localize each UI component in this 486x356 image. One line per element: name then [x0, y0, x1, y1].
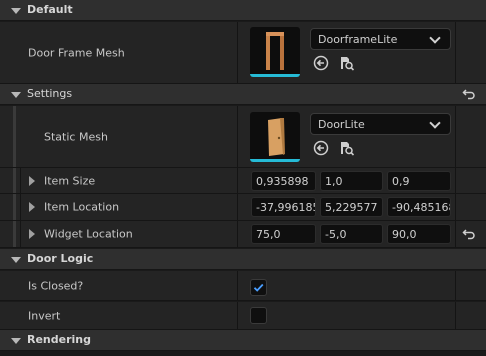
- item-size-y-field[interactable]: 1,0: [320, 171, 383, 191]
- collapse-arrow-icon[interactable]: [11, 8, 21, 14]
- field-value: 5,229577: [325, 201, 378, 214]
- browse-back-arrow-icon[interactable]: [313, 140, 329, 156]
- invert-checkbox[interactable]: [250, 307, 267, 324]
- category-default[interactable]: Default: [0, 0, 486, 21]
- chevron-down-icon: [429, 117, 441, 129]
- category-title: Settings: [27, 87, 73, 100]
- category-title: Default: [27, 3, 73, 16]
- collapse-arrow-icon[interactable]: [11, 338, 21, 344]
- checkmark-icon: [253, 283, 264, 292]
- group-indent: [13, 221, 16, 247]
- property-label: Invert: [28, 309, 61, 322]
- column-divider: [237, 271, 238, 300]
- category-title: Door Logic: [27, 252, 94, 265]
- widget-location-z-field[interactable]: 90,0: [387, 224, 451, 244]
- expand-arrow-icon[interactable]: [29, 202, 35, 212]
- property-row-static-mesh: Static Mesh DoorLite: [0, 106, 486, 168]
- widget-location-x-field[interactable]: 75,0: [251, 224, 316, 244]
- column-divider: [237, 221, 238, 247]
- item-location-x-field[interactable]: -37,996185: [251, 197, 316, 217]
- column-divider: [237, 302, 238, 329]
- reset-column-divider: [455, 106, 456, 167]
- property-label: Item Size: [44, 174, 96, 187]
- collapse-arrow-icon[interactable]: [11, 92, 21, 98]
- reset-column-divider: [455, 221, 456, 247]
- group-indent: [13, 194, 16, 220]
- expand-arrow-icon[interactable]: [29, 229, 35, 239]
- property-row-item-location: Item Location -37,996185 5,229577 -90,48…: [0, 194, 486, 221]
- asset-thumbnail-door[interactable]: [250, 112, 300, 162]
- expand-arrow-icon[interactable]: [29, 175, 35, 186]
- find-in-browser-icon[interactable]: [339, 55, 355, 71]
- category-settings[interactable]: Settings: [0, 84, 486, 105]
- asset-type-bar: [250, 74, 300, 77]
- asset-name: DoorframeLite: [318, 33, 398, 46]
- column-divider: [237, 22, 238, 83]
- field-value: 0,9: [392, 175, 410, 188]
- property-name-cell: Door Frame Mesh: [0, 22, 237, 83]
- item-location-z-field[interactable]: -90,485168: [387, 197, 451, 217]
- field-value: 90,0: [392, 228, 417, 241]
- property-label: Door Frame Mesh: [28, 46, 125, 59]
- reset-column-divider: [455, 302, 456, 329]
- property-row-is-closed: Is Closed?: [0, 271, 486, 301]
- doorframe-preview-icon: [266, 32, 284, 70]
- asset-picker-combo[interactable]: DoorframeLite: [310, 28, 451, 50]
- column-divider: [237, 106, 238, 167]
- item-size-x-field[interactable]: 0,935898: [251, 171, 316, 191]
- group-indent: [13, 168, 16, 193]
- asset-thumbnail-doorframe[interactable]: [250, 27, 300, 77]
- reset-to-default-icon[interactable]: [462, 87, 476, 101]
- details-panel: Default Door Frame Mesh DoorframeLite Se…: [0, 0, 486, 356]
- category-rendering[interactable]: Rendering: [0, 330, 486, 351]
- property-label: Static Mesh: [44, 130, 108, 143]
- reset-column-divider: [455, 271, 456, 300]
- column-divider: [237, 194, 238, 220]
- collapse-arrow-icon[interactable]: [11, 257, 21, 263]
- group-indent-divider: [20, 168, 21, 193]
- asset-name: DoorLite: [318, 118, 365, 131]
- field-value: -37,996185: [256, 201, 316, 214]
- item-size-z-field[interactable]: 0,9: [387, 171, 451, 191]
- property-label: Is Closed?: [28, 279, 84, 292]
- group-indent-divider: [20, 221, 21, 247]
- reset-to-default-icon[interactable]: [462, 227, 476, 241]
- property-name-cell: Static Mesh: [0, 106, 237, 167]
- field-value: 0,935898: [256, 175, 309, 188]
- property-row-item-size: Item Size 0,935898 1,0 0,9: [0, 168, 486, 194]
- column-divider: [237, 168, 238, 193]
- property-label: Widget Location: [44, 227, 133, 241]
- field-value: 1,0: [325, 175, 343, 188]
- category-title: Rendering: [27, 333, 91, 346]
- reset-column-divider: [455, 22, 456, 83]
- find-in-browser-icon[interactable]: [339, 140, 355, 156]
- widget-location-y-field[interactable]: -5,0: [320, 224, 383, 244]
- category-door-logic[interactable]: Door Logic: [0, 249, 486, 270]
- group-indent-divider: [20, 194, 21, 220]
- asset-picker-combo[interactable]: DoorLite: [310, 113, 451, 135]
- property-row-door-frame-mesh: Door Frame Mesh DoorframeLite: [0, 22, 486, 84]
- field-value: -90,485168: [392, 201, 451, 214]
- is-closed-checkbox[interactable]: [250, 279, 267, 296]
- reset-column-divider: [455, 194, 456, 220]
- property-row-invert: Invert: [0, 302, 486, 330]
- asset-type-bar: [250, 159, 300, 162]
- chevron-down-icon: [429, 32, 441, 44]
- property-row-widget-location: Widget Location 75,0 -5,0 90,0: [0, 221, 486, 248]
- item-location-y-field[interactable]: 5,229577: [320, 197, 383, 217]
- reset-column-divider: [455, 168, 456, 193]
- field-value: 75,0: [256, 228, 281, 241]
- door-preview-icon: [268, 118, 285, 156]
- property-label: Item Location: [44, 200, 120, 214]
- browse-back-arrow-icon[interactable]: [313, 55, 329, 71]
- field-value: -5,0: [325, 228, 347, 241]
